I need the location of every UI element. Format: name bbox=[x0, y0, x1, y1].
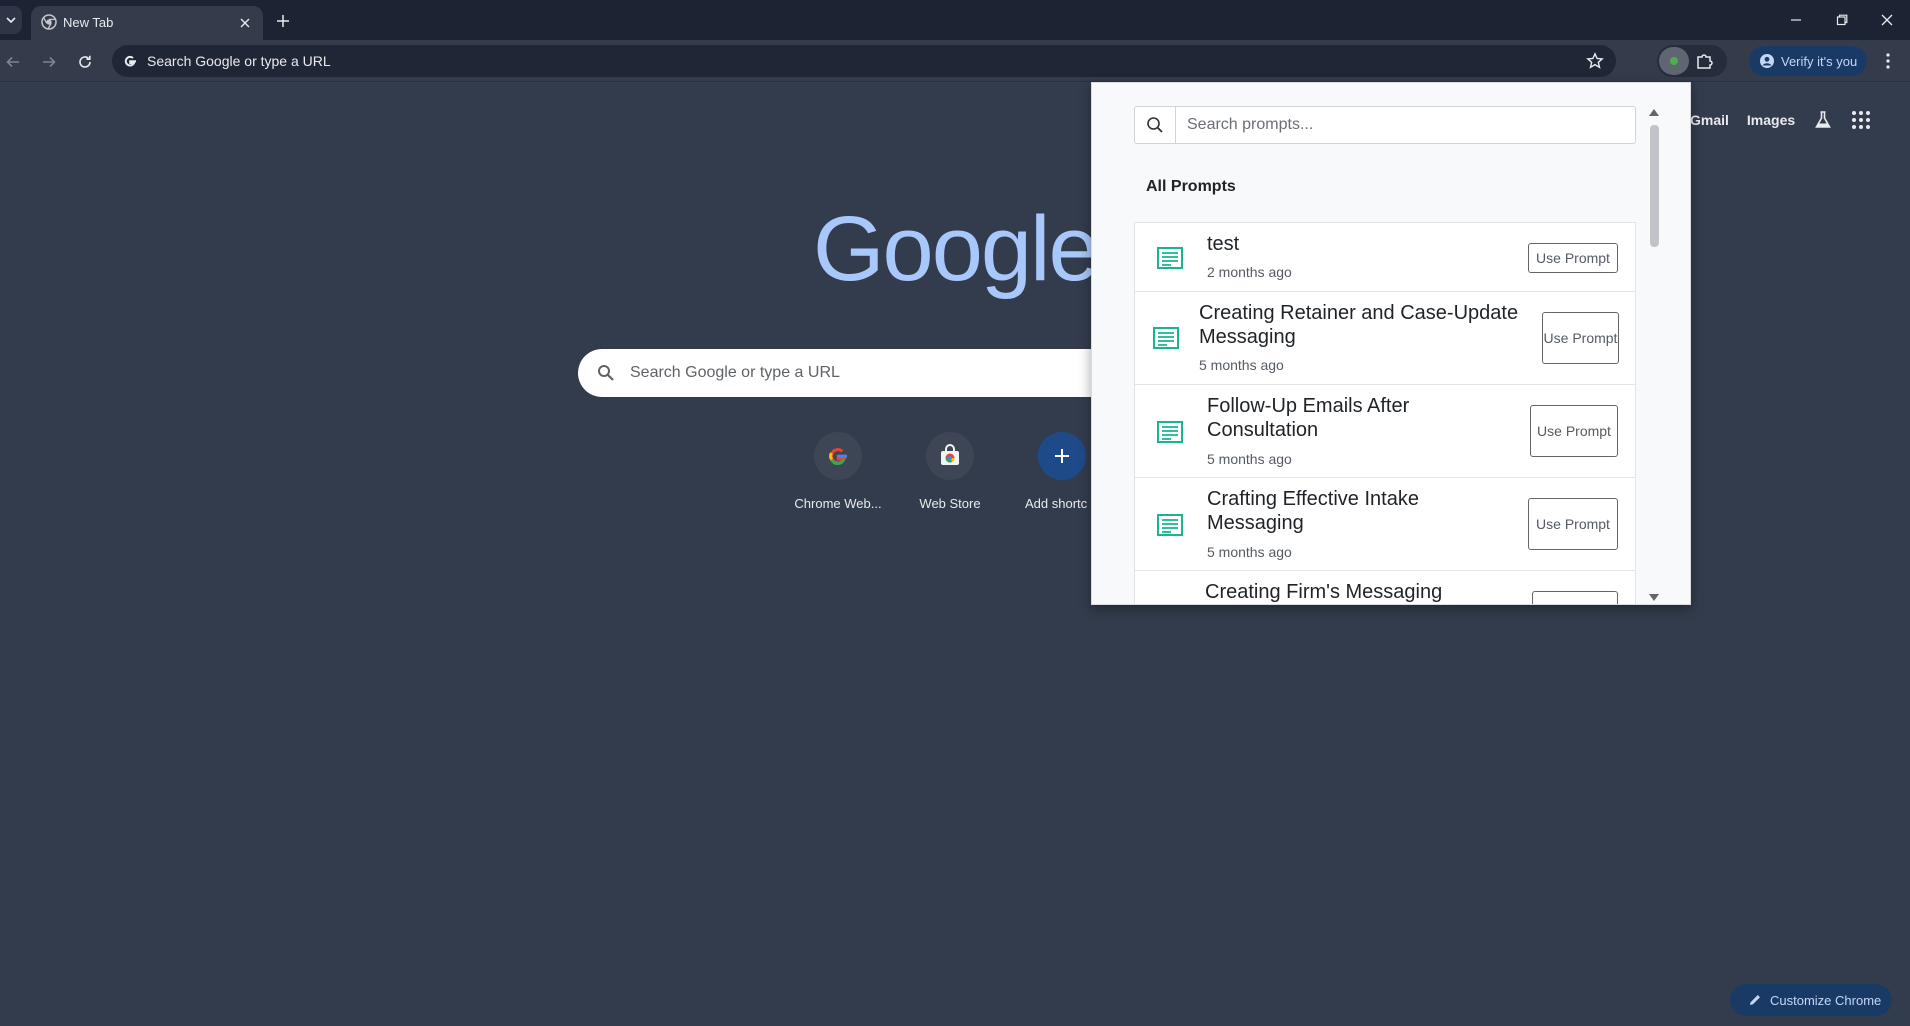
chrome-menu-button[interactable] bbox=[1878, 51, 1898, 71]
scroll-down-arrow-icon[interactable] bbox=[1649, 594, 1659, 601]
prompts-search bbox=[1134, 106, 1636, 144]
prompts-search-icon-box bbox=[1135, 107, 1176, 143]
google-g-icon bbox=[124, 55, 136, 67]
popup-scrollbar-thumb[interactable] bbox=[1650, 125, 1659, 247]
web-store-icon bbox=[941, 444, 959, 465]
use-prompt-button[interactable]: Use Prompt bbox=[1532, 591, 1618, 604]
prompt-title: Creating Retainer and Case-Update Messag… bbox=[1199, 302, 1519, 348]
prompt-date: 5 months ago bbox=[1207, 451, 1292, 467]
reload-button[interactable] bbox=[72, 49, 98, 75]
customize-chrome-button[interactable]: Customize Chrome bbox=[1730, 984, 1892, 1016]
google-logo: Google bbox=[813, 198, 1100, 300]
extension-icon bbox=[1670, 57, 1678, 65]
labs-flask-icon[interactable] bbox=[1813, 110, 1833, 130]
prompts-list: test 2 months ago Use Prompt Creating Re… bbox=[1134, 222, 1636, 604]
search-icon bbox=[598, 365, 614, 381]
document-text-icon bbox=[1157, 247, 1183, 269]
bookmark-star-icon[interactable] bbox=[1586, 52, 1604, 70]
tab-new-tab[interactable]: New Tab bbox=[31, 6, 263, 40]
close-window-button[interactable] bbox=[1864, 0, 1910, 40]
prompts-search-input[interactable] bbox=[1179, 107, 1629, 143]
tab-strip: New Tab bbox=[0, 0, 1910, 40]
toolbar: Search Google or type a URL Verify it's … bbox=[0, 40, 1910, 82]
forward-button[interactable] bbox=[36, 49, 62, 75]
shortcut-tile bbox=[926, 432, 974, 480]
use-prompt-button[interactable]: Use Prompt bbox=[1528, 498, 1618, 550]
tab-search-button[interactable] bbox=[0, 6, 22, 34]
omnibox[interactable]: Search Google or type a URL bbox=[112, 45, 1616, 77]
chrome-icon bbox=[41, 14, 57, 30]
pencil-icon bbox=[1750, 995, 1760, 1005]
close-icon bbox=[240, 18, 250, 28]
prompt-date: 5 months ago bbox=[1199, 357, 1284, 373]
images-link[interactable]: Images bbox=[1747, 112, 1795, 128]
chevron-down-icon bbox=[6, 17, 16, 24]
prompt-item[interactable]: Creating Firm's Messaging Use Prompt bbox=[1134, 570, 1636, 604]
document-text-icon bbox=[1157, 421, 1183, 443]
prompt-title: Crafting Effective Intake Messaging bbox=[1207, 488, 1419, 534]
shortcut-label: Add shortc bbox=[1025, 496, 1088, 511]
shortcut-web-store[interactable]: Web Store bbox=[894, 432, 1006, 511]
prompt-title: test bbox=[1207, 233, 1240, 255]
restore-button[interactable] bbox=[1819, 0, 1865, 40]
shortcut-tile bbox=[1038, 432, 1086, 480]
google-apps-icon[interactable] bbox=[1851, 110, 1871, 130]
gmail-link[interactable]: Gmail bbox=[1690, 112, 1729, 128]
more-vertical-icon bbox=[1886, 53, 1890, 69]
shortcut-add[interactable]: Add shortc bbox=[1006, 432, 1091, 511]
prompt-date: 2 months ago bbox=[1207, 264, 1292, 280]
prompt-title: Creating Firm's Messaging bbox=[1205, 581, 1443, 603]
close-icon bbox=[1881, 14, 1893, 26]
prompt-item[interactable]: Follow-Up Emails After Consultation 5 mo… bbox=[1134, 384, 1636, 477]
shortcut-label: Web Store bbox=[919, 496, 981, 511]
minimize-icon bbox=[1791, 19, 1801, 21]
prompt-title: Follow-Up Emails After Consultation bbox=[1207, 395, 1410, 441]
shortcut-label: Chrome Web... bbox=[794, 496, 882, 511]
tab-title: New Tab bbox=[63, 15, 114, 30]
search-icon bbox=[1147, 117, 1163, 133]
customize-label: Customize Chrome bbox=[1770, 992, 1882, 1008]
plus-icon bbox=[277, 15, 289, 27]
prompts-popup: All Prompts test 2 months ago Use Prompt… bbox=[1091, 82, 1691, 605]
ntp-search-placeholder: Search Google or type a URL bbox=[630, 364, 840, 381]
ntp-top-links: Gmail Images bbox=[1690, 110, 1871, 130]
prompt-item[interactable]: Crafting Effective Intake Messaging 5 mo… bbox=[1134, 477, 1636, 570]
scroll-up-arrow-icon[interactable] bbox=[1649, 109, 1659, 116]
arrow-right-icon bbox=[43, 56, 56, 68]
prompt-item[interactable]: Creating Retainer and Case-Update Messag… bbox=[1134, 291, 1636, 384]
profile-avatar-icon bbox=[1760, 54, 1774, 68]
back-button[interactable] bbox=[0, 49, 26, 75]
new-tab-button[interactable] bbox=[272, 10, 294, 32]
ntp-search-box[interactable]: Search Google or type a URL bbox=[578, 349, 1118, 397]
verify-label: Verify it's you bbox=[1781, 53, 1858, 69]
tab-close-button[interactable] bbox=[236, 14, 254, 32]
use-prompt-button[interactable]: Use Prompt bbox=[1542, 312, 1619, 364]
restore-icon bbox=[1836, 14, 1848, 26]
omnibox-placeholder: Search Google or type a URL bbox=[147, 53, 331, 69]
google-g-icon bbox=[829, 448, 847, 466]
prompt-date: 5 months ago bbox=[1207, 544, 1292, 560]
verify-identity-button[interactable]: Verify it's you bbox=[1749, 46, 1867, 76]
use-prompt-button[interactable]: Use Prompt bbox=[1528, 243, 1618, 273]
prompt-item[interactable]: test 2 months ago Use Prompt bbox=[1134, 222, 1636, 291]
document-text-icon bbox=[1157, 514, 1183, 536]
minimize-button[interactable] bbox=[1773, 0, 1819, 40]
all-prompts-heading: All Prompts bbox=[1146, 178, 1236, 195]
prompt-extension-button[interactable] bbox=[1659, 47, 1689, 75]
puzzle-icon[interactable] bbox=[1695, 51, 1715, 71]
use-prompt-button[interactable]: Use Prompt bbox=[1530, 405, 1618, 457]
plus-icon bbox=[1055, 449, 1069, 463]
document-text-icon bbox=[1153, 327, 1179, 349]
reload-icon bbox=[79, 55, 91, 68]
arrow-left-icon bbox=[6, 56, 19, 68]
extensions-group bbox=[1657, 45, 1727, 77]
shortcut-tile bbox=[814, 432, 862, 480]
shortcut-chrome-web-store[interactable]: Chrome Web... bbox=[782, 432, 894, 511]
